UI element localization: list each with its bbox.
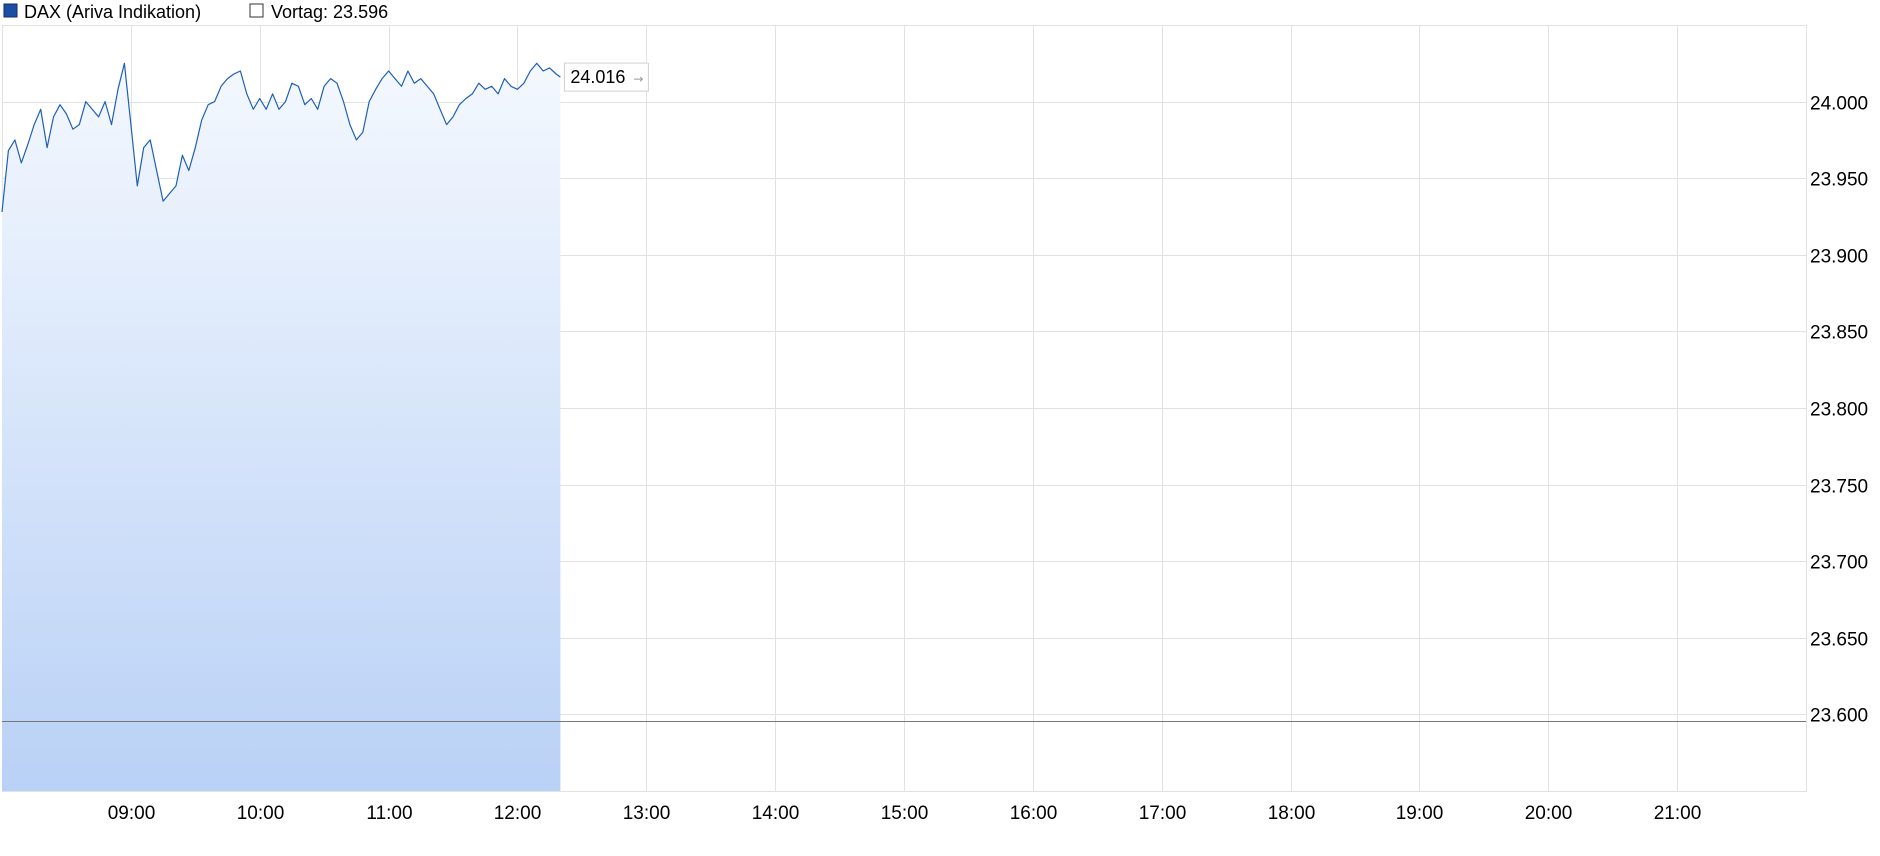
x-tick-label: 11:00 [366, 803, 412, 824]
y-tick-label: 23.700 [1810, 553, 1868, 574]
x-tick-label: 14:00 [752, 803, 800, 824]
area-layer [2, 63, 561, 792]
y-axis-labels: 24.000 23.950 23.900 23.850 23.800 23.750 23.7… [1810, 94, 1868, 727]
x-tick-label: 21:00 [1654, 803, 1702, 824]
y-tick-label: 23.850 [1810, 323, 1868, 344]
x-tick-label: 18:00 [1268, 803, 1316, 824]
y-tick-label: 23.800 [1810, 400, 1868, 421]
x-tick-label: 19:00 [1396, 803, 1444, 824]
x-axis-labels: 09:00 10:00 11:00 12:00 13:00 14:00 15:00 16:00… [108, 803, 1702, 824]
series-swatch[interactable] [3, 3, 18, 18]
legend: DAX (Ariva Indikation) Vortag: 23.596 [3, 2, 388, 22]
y-tick-label: 23.600 [1810, 706, 1868, 727]
series-legend-label[interactable]: DAX (Ariva Indikation) [24, 2, 201, 22]
y-tick-label: 23.750 [1810, 477, 1868, 498]
x-tick-label: 17:00 [1139, 803, 1187, 824]
intraday-chart: DAX (Ariva Indikation) Vortag: 23.596 24… [1, 2, 1868, 824]
x-tick-label: 09:00 [108, 803, 156, 824]
y-tick-label: 24.000 [1810, 94, 1868, 115]
x-tick-label: 12:00 [494, 803, 542, 824]
y-tick-label: 23.950 [1810, 170, 1868, 191]
x-tick-label: 10:00 [237, 803, 285, 824]
prev-close-swatch[interactable] [249, 3, 264, 18]
last-value-callout: 24.016 → [563, 62, 649, 92]
x-tick-label: 20:00 [1525, 803, 1573, 824]
series-area [2, 63, 561, 792]
prev-close-legend-label[interactable]: Vortag: 23.596 [271, 2, 388, 22]
arrow-right-icon: → [633, 72, 643, 86]
x-tick-label: 13:00 [623, 803, 671, 824]
x-tick-label: 15:00 [881, 803, 929, 824]
y-tick-label: 23.900 [1810, 247, 1868, 268]
last-value-label: 24.016 [570, 67, 625, 87]
x-tick-label: 16:00 [1010, 803, 1058, 824]
y-tick-label: 23.650 [1810, 630, 1868, 651]
